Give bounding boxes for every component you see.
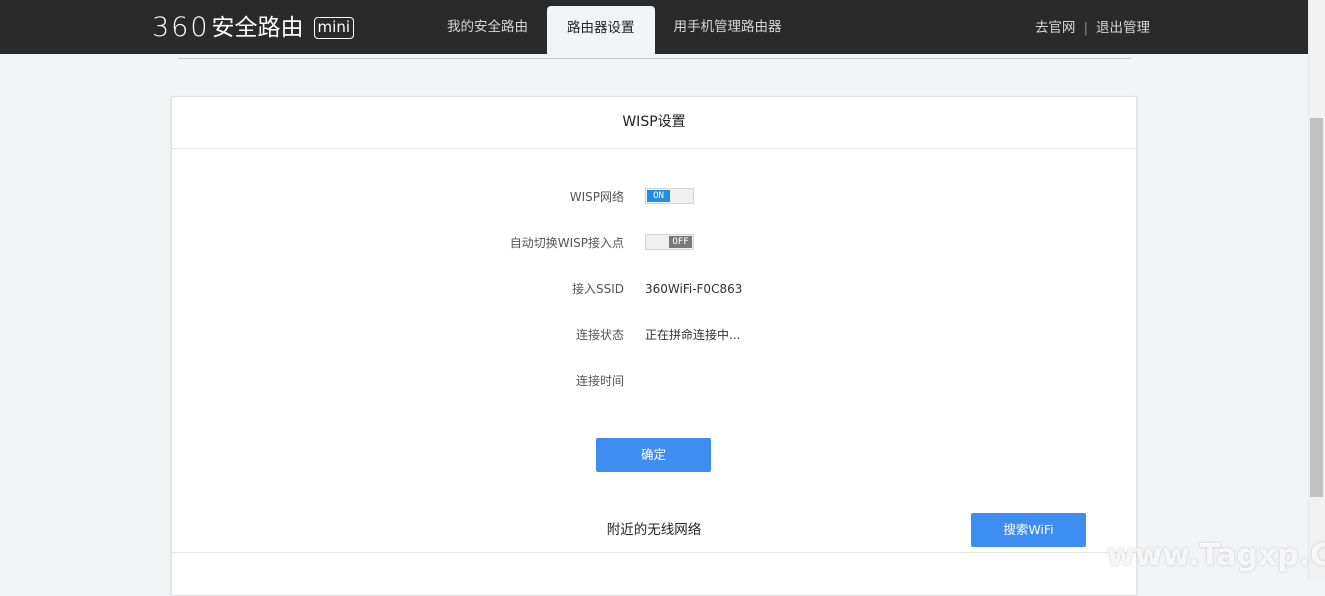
link-separator: |: [1083, 20, 1088, 36]
logo-number: 360: [152, 12, 210, 43]
header-divider: [178, 58, 1131, 59]
wisp-network-toggle-state: ON: [647, 190, 670, 202]
logo-badge: mini: [313, 17, 355, 39]
row-wisp-network: WISP网络 ON: [172, 187, 1136, 207]
scrollbar-thumb[interactable]: [1310, 118, 1323, 497]
auto-switch-label: 自动切换WISP接入点: [509, 236, 624, 250]
official-site-link[interactable]: 去官网: [1035, 0, 1076, 54]
connection-status-label: 连接状态: [575, 328, 624, 342]
connection-time-label: 连接时间: [575, 374, 624, 388]
tab-my-router[interactable]: 我的安全路由: [428, 0, 547, 54]
ssid-label: 接入SSID: [571, 282, 624, 296]
connection-status-value: 正在拼命连接中...: [645, 328, 741, 342]
panel-title: WISP设置: [172, 97, 1136, 149]
confirm-button[interactable]: 确定: [596, 438, 711, 472]
top-bar: 360 安全路由 mini 我的安全路由 路由器设置 用手机管理路由器 去官网 …: [0, 0, 1308, 54]
row-auto-switch: 自动切换WISP接入点 OFF: [172, 233, 1136, 253]
wisp-settings-panel: WISP设置 WISP网络 ON 自动切换WISP接入点 OFF 接入SSID …: [171, 96, 1137, 596]
row-ssid: 接入SSID 360WiFi-F0C863: [172, 279, 1136, 299]
row-connection-time: 连接时间: [172, 371, 1136, 391]
search-wifi-button[interactable]: 搜索WiFi: [971, 513, 1086, 547]
ssid-value: 360WiFi-F0C863: [645, 282, 743, 296]
nearby-networks-divider: [172, 552, 1136, 553]
main-nav: 我的安全路由 路由器设置 用手机管理路由器: [428, 0, 801, 54]
logo-text: 安全路由: [211, 15, 304, 41]
auto-switch-toggle-state: OFF: [669, 236, 692, 248]
logout-link[interactable]: 退出管理: [1096, 0, 1150, 54]
wisp-network-toggle[interactable]: ON: [645, 188, 694, 204]
auto-switch-toggle[interactable]: OFF: [645, 234, 694, 250]
tab-router-settings[interactable]: 路由器设置: [547, 6, 655, 54]
logo[interactable]: 360 安全路由 mini: [152, 12, 355, 43]
watermark: www.Tagxp.Com: [1107, 538, 1325, 573]
wisp-network-label: WISP网络: [569, 190, 624, 204]
row-connection-status: 连接状态 正在拼命连接中...: [172, 325, 1136, 345]
header-links: 去官网 | 退出管理: [1035, 0, 1150, 54]
tab-mobile-management[interactable]: 用手机管理路由器: [655, 0, 801, 54]
